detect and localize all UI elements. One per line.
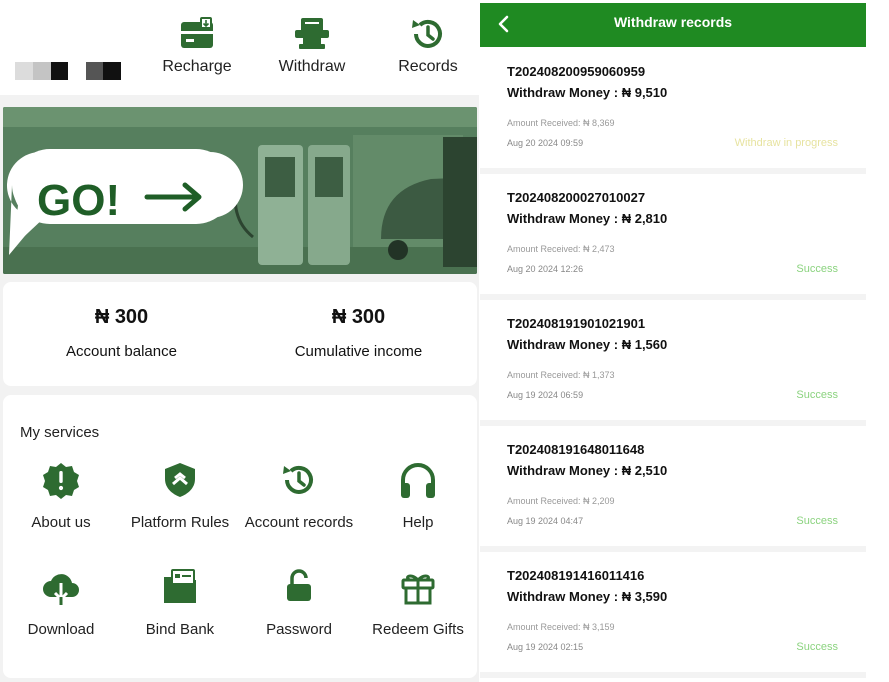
record-id: T202408191901021901: [507, 316, 646, 331]
record-id: T202408191648011648: [507, 442, 645, 457]
wallet-card-icon: [181, 17, 213, 48]
records-button[interactable]: Records: [373, 14, 483, 76]
amount-received: Amount Received: ₦ 1,373: [507, 370, 615, 380]
history-icon: [412, 19, 442, 48]
account-balance-caption: Account balance: [66, 343, 177, 360]
status-label: Success: [796, 263, 838, 275]
records-list: T202408200959060959 Withdraw Money : ₦ 9…: [480, 48, 866, 678]
platform-rules-button[interactable]: Platform Rules: [120, 460, 240, 531]
top-action-bar: Recharge Withdraw Records: [0, 0, 479, 95]
record-item[interactable]: T202408191648011648 Withdraw Money : ₦ 2…: [480, 426, 866, 552]
pixelated-censor-image: [15, 62, 121, 80]
info-badge-icon: [43, 463, 79, 499]
promo-banner[interactable]: GO!: [3, 107, 477, 274]
bind-bank-button[interactable]: Bind Bank: [120, 567, 240, 638]
withdraw-money: Withdraw Money : ₦ 3,590: [507, 589, 668, 604]
record-id: T202408200027010027: [507, 190, 646, 205]
shield-icon: [165, 463, 195, 497]
cumulative-income-amount: ₦ 300: [331, 306, 386, 328]
record-item[interactable]: T202408200027010027 Withdraw Money : ₦ 2…: [480, 174, 866, 300]
help-label: Help: [402, 514, 434, 531]
help-button[interactable]: Help: [358, 460, 478, 531]
withdraw-button[interactable]: Withdraw: [257, 14, 367, 76]
about-us-button[interactable]: About us: [1, 460, 121, 531]
recharge-label: Recharge: [162, 58, 232, 75]
about-us-label: About us: [31, 514, 91, 531]
history-icon: [283, 465, 313, 494]
headphones-icon: [401, 463, 435, 498]
withdraw-money: Withdraw Money : ₦ 9,510: [507, 85, 668, 100]
go-text: GO!: [37, 176, 120, 225]
record-id: T202408200959060959: [507, 64, 646, 79]
records-label: Records: [398, 58, 458, 75]
status-label: Withdraw in progress: [734, 137, 838, 149]
redeem-gifts-label: Redeem Gifts: [372, 621, 464, 638]
record-date: Aug 20 2024 09:59: [507, 138, 584, 148]
record-id: T202408191416011416: [507, 568, 645, 583]
services-title: My services: [20, 424, 100, 441]
masked-username: [15, 62, 125, 80]
ev-charging-station-image: GO!: [3, 107, 477, 274]
account-records-button[interactable]: Account records: [239, 460, 359, 531]
password-label: Password: [266, 621, 332, 638]
recharge-button[interactable]: Recharge: [142, 14, 252, 76]
amount-received: Amount Received: ₦ 2,473: [507, 244, 615, 254]
gift-icon: [401, 574, 435, 605]
record-item[interactable]: T202408200959060959 Withdraw Money : ₦ 9…: [480, 48, 866, 174]
status-label: Success: [796, 389, 838, 401]
withdraw-label: Withdraw: [278, 58, 346, 75]
amount-received: Amount Received: ₦ 2,209: [507, 496, 615, 506]
record-item[interactable]: T202408191416011416 Withdraw Money : ₦ 3…: [480, 552, 866, 678]
redeem-gifts-button[interactable]: Redeem Gifts: [358, 567, 478, 638]
cumulative-income: ₦ 300 Cumulative income: [240, 306, 477, 360]
page-title: Withdraw records: [613, 14, 733, 30]
amount-received: Amount Received: ₦ 8,369: [507, 118, 615, 128]
status-label: Success: [796, 641, 838, 653]
records-header: Withdraw records: [480, 3, 866, 47]
withdraw-records-screen: Withdraw records T202408200959060959 Wit…: [480, 0, 889, 682]
platform-rules-label: Platform Rules: [130, 514, 230, 531]
cloud-download-icon: [43, 574, 79, 605]
unlock-icon: [287, 569, 311, 601]
atm-withdraw-icon: [295, 18, 329, 49]
status-label: Success: [796, 515, 838, 527]
record-date: Aug 19 2024 02:15: [507, 642, 584, 652]
download-label: Download: [27, 621, 95, 638]
account-balance: ₦ 300 Account balance: [3, 306, 240, 360]
record-item[interactable]: T202408191901021901 Withdraw Money : ₦ 1…: [480, 300, 866, 426]
record-date: Aug 20 2024 12:26: [507, 264, 584, 274]
withdraw-money: Withdraw Money : ₦ 1,560: [507, 337, 668, 352]
services-panel: My services About us Platform Rules Acco…: [3, 395, 477, 678]
password-button[interactable]: Password: [239, 567, 359, 638]
bind-bank-label: Bind Bank: [145, 621, 215, 638]
cumulative-income-caption: Cumulative income: [294, 343, 423, 360]
bank-card-icon: [164, 569, 196, 603]
account-records-label: Account records: [244, 514, 354, 531]
withdraw-money: Withdraw Money : ₦ 2,810: [507, 211, 668, 226]
home-screen: Recharge Withdraw Records GO! ₦ 300 Acco…: [0, 0, 479, 682]
withdraw-money: Withdraw Money : ₦ 2,510: [507, 463, 668, 478]
balance-card: ₦ 300 Account balance ₦ 300 Cumulative i…: [3, 282, 477, 386]
account-balance-amount: ₦ 300: [94, 306, 149, 328]
amount-received: Amount Received: ₦ 3,159: [507, 622, 615, 632]
record-date: Aug 19 2024 04:47: [507, 516, 584, 526]
download-button[interactable]: Download: [1, 567, 121, 638]
record-date: Aug 19 2024 06:59: [507, 390, 584, 400]
